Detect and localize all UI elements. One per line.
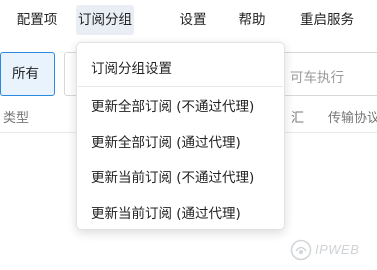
menu-restart-service[interactable]: 重启服务	[295, 5, 359, 35]
column-header-transport[interactable]: 传输协议	[328, 107, 377, 126]
column-header-type[interactable]: 类型	[3, 107, 29, 126]
menu-item-update-current-proxy[interactable]: 更新当前订阅 (通过代理)	[91, 202, 241, 222]
filter-all-button[interactable]: 所有	[0, 52, 55, 96]
menu-item-update-current-direct[interactable]: 更新当前订阅 (不通过代理)	[91, 166, 254, 186]
dropdown-divider	[78, 86, 283, 87]
subscription-group-dropdown: 订阅分组设置 更新全部订阅 (不通过代理) 更新全部订阅 (通过代理) 更新当前…	[76, 42, 285, 230]
menu-bar: 配置项 订阅分组 设置 帮助 重启服务	[0, 0, 377, 40]
menu-item-update-all-direct[interactable]: 更新全部订阅 (不通过代理)	[91, 95, 254, 115]
menu-item-update-all-proxy[interactable]: 更新全部订阅 (通过代理)	[91, 131, 241, 151]
column-header-partial[interactable]: 汇	[291, 107, 304, 126]
menu-config[interactable]: 配置项	[10, 5, 64, 35]
menu-item-group-settings[interactable]: 订阅分组设置	[91, 57, 172, 77]
watermark-logo-icon	[290, 239, 312, 261]
menu-settings[interactable]: 设置	[173, 5, 213, 35]
menu-help[interactable]: 帮助	[232, 5, 272, 35]
watermark: IPWEB	[289, 238, 373, 262]
menu-subscription-group[interactable]: 订阅分组	[76, 5, 134, 35]
watermark-text: IPWEB	[315, 242, 360, 257]
search-placeholder-text: 可车执行	[290, 70, 344, 86]
